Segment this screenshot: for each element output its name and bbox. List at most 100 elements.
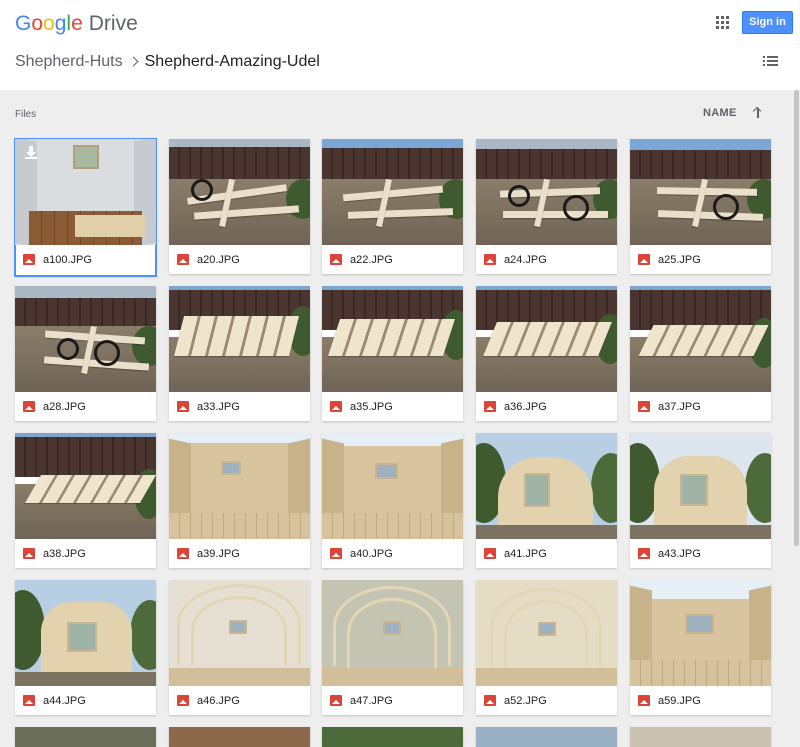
- file-card[interactable]: a33.JPG: [169, 286, 310, 421]
- image-file-icon: [484, 401, 496, 412]
- image-file-icon: [330, 548, 342, 559]
- file-caption: a43.JPG: [630, 539, 771, 568]
- file-thumbnail: [476, 580, 617, 686]
- file-caption: a46.JPG: [169, 686, 310, 715]
- file-card[interactable]: a22.JPG: [322, 139, 463, 274]
- file-name: a22.JPG: [350, 253, 393, 266]
- file-caption: a38.JPG: [15, 539, 156, 568]
- file-card-partial[interactable]: [322, 727, 463, 747]
- apps-grid-icon[interactable]: [716, 16, 730, 30]
- image-file-icon: [330, 695, 342, 706]
- app-header: Google Drive Sign in Shepherd-Huts Shephe…: [0, 0, 800, 90]
- file-thumbnail: [630, 433, 771, 539]
- sign-in-button[interactable]: Sign in: [742, 11, 793, 34]
- file-thumbnail: [169, 580, 310, 686]
- google-drive-logo[interactable]: Google Drive: [15, 12, 138, 36]
- file-card[interactable]: a20.JPG: [169, 139, 310, 274]
- image-file-icon: [330, 401, 342, 412]
- file-card[interactable]: a43.JPG: [630, 433, 771, 568]
- file-caption: a44.JPG: [15, 686, 156, 715]
- image-file-icon: [638, 548, 650, 559]
- image-file-icon: [638, 401, 650, 412]
- file-card[interactable]: a24.JPG: [476, 139, 617, 274]
- file-thumbnail: [15, 139, 156, 245]
- scrollbar-thumb[interactable]: [794, 90, 799, 546]
- file-thumbnail: [322, 139, 463, 245]
- file-card[interactable]: a39.JPG: [169, 433, 310, 568]
- file-thumbnail: [15, 433, 156, 539]
- file-thumbnail: [630, 286, 771, 392]
- file-name: a38.JPG: [43, 547, 86, 560]
- file-thumbnail: [476, 139, 617, 245]
- image-file-icon: [638, 254, 650, 265]
- image-file-icon: [484, 695, 496, 706]
- scrollbar[interactable]: [793, 90, 800, 747]
- file-thumbnail: [322, 286, 463, 392]
- image-file-icon: [177, 401, 189, 412]
- file-card[interactable]: a46.JPG: [169, 580, 310, 715]
- file-caption: a28.JPG: [15, 392, 156, 421]
- file-name: a39.JPG: [197, 547, 240, 560]
- file-card-partial[interactable]: [169, 727, 310, 747]
- files-section-label: Files: [15, 109, 37, 120]
- file-caption: a59.JPG: [630, 686, 771, 715]
- file-card[interactable]: a35.JPG: [322, 286, 463, 421]
- file-name: a36.JPG: [504, 400, 547, 413]
- image-file-icon: [177, 254, 189, 265]
- download-icon-base: [25, 157, 37, 159]
- file-caption: a41.JPG: [476, 539, 617, 568]
- file-thumbnail: [169, 139, 310, 245]
- file-caption: a40.JPG: [322, 539, 463, 568]
- file-card[interactable]: a36.JPG: [476, 286, 617, 421]
- sort-by-name-button[interactable]: NAME: [703, 107, 737, 119]
- file-name: a41.JPG: [504, 547, 547, 560]
- list-view-icon[interactable]: [763, 56, 778, 67]
- logo-google-text: Google: [15, 12, 83, 35]
- file-name: a24.JPG: [504, 253, 547, 266]
- file-card[interactable]: a52.JPG: [476, 580, 617, 715]
- file-caption: a36.JPG: [476, 392, 617, 421]
- file-card[interactable]: a47.JPG: [322, 580, 463, 715]
- file-caption: a47.JPG: [322, 686, 463, 715]
- logo-drive-text: Drive: [88, 12, 138, 35]
- image-file-icon: [484, 548, 496, 559]
- file-card-partial[interactable]: [476, 727, 617, 747]
- file-card[interactable]: a25.JPG: [630, 139, 771, 274]
- file-thumbnail: [322, 433, 463, 539]
- file-name: a43.JPG: [658, 547, 701, 560]
- file-thumbnail: [476, 286, 617, 392]
- file-thumbnail: [476, 433, 617, 539]
- file-name: a59.JPG: [658, 694, 701, 707]
- file-card[interactable]: a41.JPG: [476, 433, 617, 568]
- file-caption: a25.JPG: [630, 245, 771, 274]
- file-card[interactable]: a38.JPG: [15, 433, 156, 568]
- image-file-icon: [638, 695, 650, 706]
- file-thumbnail: [169, 433, 310, 539]
- image-file-icon: [330, 254, 342, 265]
- file-caption: a33.JPG: [169, 392, 310, 421]
- file-card[interactable]: a59.JPG: [630, 580, 771, 715]
- file-thumbnail: [322, 580, 463, 686]
- image-file-icon: [23, 695, 35, 706]
- file-caption: a24.JPG: [476, 245, 617, 274]
- file-card-partial[interactable]: [15, 727, 156, 747]
- file-name: a47.JPG: [350, 694, 393, 707]
- file-card[interactable]: a100.JPG: [14, 138, 157, 277]
- arrow-up-icon[interactable]: [752, 105, 764, 119]
- file-card[interactable]: a44.JPG: [15, 580, 156, 715]
- file-card[interactable]: a40.JPG: [322, 433, 463, 568]
- file-name: a33.JPG: [197, 400, 240, 413]
- image-file-icon: [177, 548, 189, 559]
- file-caption: a52.JPG: [476, 686, 617, 715]
- image-file-icon: [23, 254, 35, 265]
- file-name: a20.JPG: [197, 253, 240, 266]
- file-card[interactable]: a28.JPG: [15, 286, 156, 421]
- image-file-icon: [177, 695, 189, 706]
- file-thumbnail: [15, 286, 156, 392]
- file-caption: a37.JPG: [630, 392, 771, 421]
- breadcrumb-parent-link[interactable]: Shepherd-Huts: [15, 53, 123, 71]
- file-card-partial[interactable]: [630, 727, 771, 747]
- image-file-icon: [23, 401, 35, 412]
- breadcrumb-current-folder: Shepherd-Amazing-Udel: [144, 53, 320, 70]
- file-card[interactable]: a37.JPG: [630, 286, 771, 421]
